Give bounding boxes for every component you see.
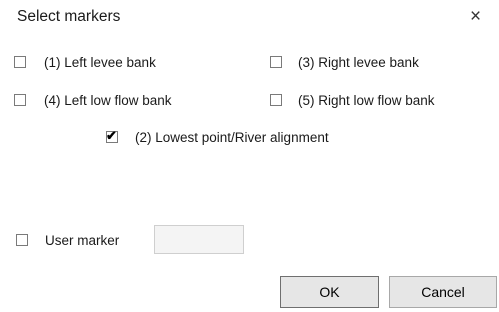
label-left-levee-bank: (1) Left levee bank [44, 55, 156, 70]
label-left-low-flow-bank: (4) Left low flow bank [44, 93, 172, 108]
select-markers-dialog: Select markers × (1) Left levee bank (3)… [0, 0, 499, 312]
user-marker-input[interactable] [154, 225, 244, 254]
label-right-levee-bank: (3) Right levee bank [298, 55, 419, 70]
checkbox-user-marker[interactable] [16, 234, 28, 246]
ok-button[interactable]: OK [280, 276, 379, 308]
cancel-button[interactable]: Cancel [389, 276, 497, 308]
checkbox-left-levee-bank[interactable] [14, 56, 26, 68]
close-icon[interactable]: × [470, 6, 481, 28]
checkbox-lowest-point-river-alignment[interactable]: ✔ [106, 128, 118, 143]
checkbox-left-low-flow-bank[interactable] [14, 94, 26, 106]
dialog-title: Select markers [17, 8, 121, 25]
label-user-marker: User marker [45, 233, 120, 248]
label-lowest-point-river-alignment: (2) Lowest point/River alignment [135, 130, 329, 145]
checkbox-right-levee-bank[interactable] [270, 56, 282, 68]
label-right-low-flow-bank: (5) Right low flow bank [298, 93, 435, 108]
checkmark-icon: ✔ [106, 128, 117, 143]
checkbox-right-low-flow-bank[interactable] [270, 94, 282, 106]
